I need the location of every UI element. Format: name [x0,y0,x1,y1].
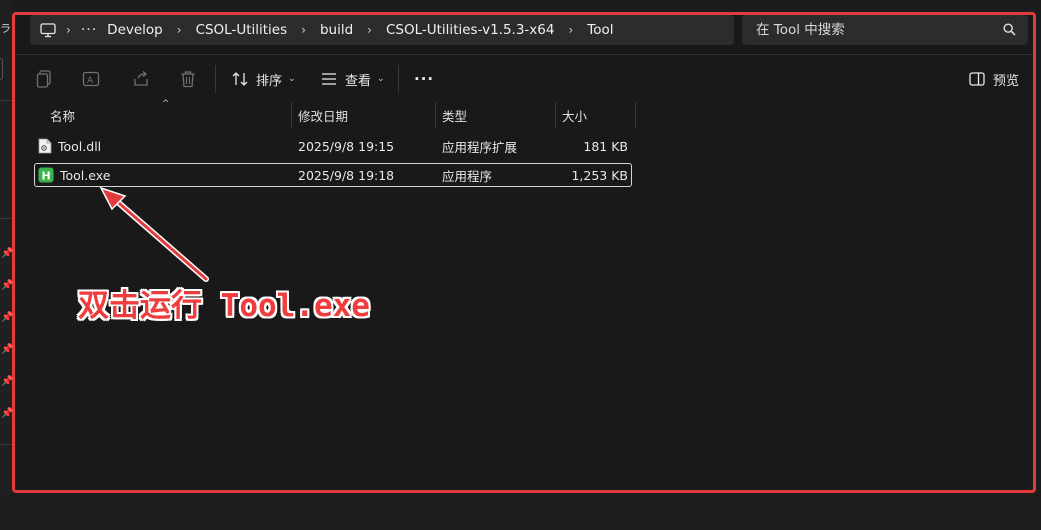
nav-divider [0,100,12,101]
file-type: 应用程序 [442,168,493,184]
breadcrumb-chevron-icon[interactable]: › [167,23,192,37]
pin-icon[interactable]: 📌 [1,280,13,292]
nav-pane-glyph: ラ [0,22,11,35]
column-headers: ^ 名称 修改日期 类型 大小 [34,99,638,129]
chevron-down-icon: ⌄ [377,74,385,84]
annotation-label: 双击运行 Tool.exe [78,288,370,324]
file-row-tool-dll[interactable]: Tool.dll 2025/9/8 19:15 应用程序扩展 181 KB [34,135,632,159]
nav-divider [0,218,12,219]
breadcrumb-develop[interactable]: Develop [103,22,167,38]
this-pc-icon[interactable] [40,22,56,38]
preview-pane-icon [969,72,985,86]
preview-pane-button[interactable]: 预览 [969,67,1019,91]
share-icon [134,71,148,86]
rename-button[interactable]: A [82,67,100,91]
toolbar-divider [12,54,1036,55]
file-size: 181 KB [583,138,628,154]
breadcrumb-build[interactable]: build [316,22,357,38]
sort-icon [232,72,248,86]
view-icon [322,73,336,85]
search-box[interactable] [742,15,1028,45]
svg-text:A: A [87,76,94,86]
file-modified: 2025/9/8 19:15 [298,138,395,154]
column-header-size[interactable]: 大小 [556,102,636,129]
view-label: 查看 [345,73,372,89]
breadcrumb-overflow-button[interactable]: ··· [81,22,103,38]
breadcrumb-version-folder[interactable]: CSOL-Utilities-v1.5.3-x64 [382,22,558,38]
trash-icon [181,71,195,88]
file-row-tool-exe[interactable]: H Tool.exe 2025/9/8 19:18 应用程序 1,253 KB [34,163,632,187]
file-modified: 2025/9/8 19:18 [298,167,395,183]
pin-icon[interactable]: 📌 [1,312,13,324]
file-type: 应用程序扩展 [442,139,518,155]
navigation-pane-edge: ラ 📌 📌 📌 📌 📌 📌 [0,0,13,530]
status-area [0,496,1041,530]
rename-icon: A [82,71,100,87]
dll-file-icon [38,138,52,154]
sort-button[interactable]: 排序 ⌄ [232,67,296,91]
file-explorer-window: › ··· Develop › CSOL-Utilities › build ›… [12,12,1036,493]
nav-divider [0,444,12,445]
copy-button[interactable] [36,67,52,91]
search-icon[interactable] [1003,23,1016,40]
search-input[interactable] [756,22,996,38]
more-options-button[interactable]: ··· [414,67,434,91]
toolbar-separator [215,65,216,93]
copy-icon [36,70,51,88]
address-bar[interactable]: › ··· Develop › CSOL-Utilities › build ›… [30,15,734,45]
pin-icon[interactable]: 📌 [1,344,13,356]
file-name: Tool.dll [58,138,102,154]
view-button[interactable]: 查看 ⌄ [321,67,385,91]
breadcrumb-chevron-icon[interactable]: › [56,23,81,37]
exe-app-icon: H [38,167,54,183]
column-header-modified[interactable]: 修改日期 [292,102,436,129]
breadcrumb-chevron-icon[interactable]: › [291,23,316,37]
pin-icon[interactable]: 📌 [1,248,13,260]
breadcrumb-chevron-icon[interactable]: › [357,23,382,37]
chevron-down-icon: ⌄ [288,74,296,84]
delete-button[interactable] [180,67,196,91]
column-header-name[interactable]: 名称 [34,102,292,129]
pin-icon[interactable]: 📌 [1,376,13,388]
breadcrumb-csol-utilities[interactable]: CSOL-Utilities [192,22,292,38]
toolbar-separator [398,65,399,93]
breadcrumb-tool[interactable]: Tool [583,22,617,38]
pin-icon[interactable]: 📌 [1,408,13,420]
file-size: 1,253 KB [571,167,628,183]
sort-label: 排序 [256,73,283,89]
svg-text:H: H [42,170,51,183]
command-bar: A 排序 ⌄ 查看 ⌄ ··· 预览 [12,57,1036,100]
column-header-type[interactable]: 类型 [436,102,556,129]
preview-label: 预览 [993,73,1020,89]
breadcrumb-chevron-icon[interactable]: › [558,23,583,37]
share-button[interactable] [132,67,150,91]
file-name: Tool.exe [60,167,111,183]
nav-pane-toggle[interactable] [0,58,3,80]
